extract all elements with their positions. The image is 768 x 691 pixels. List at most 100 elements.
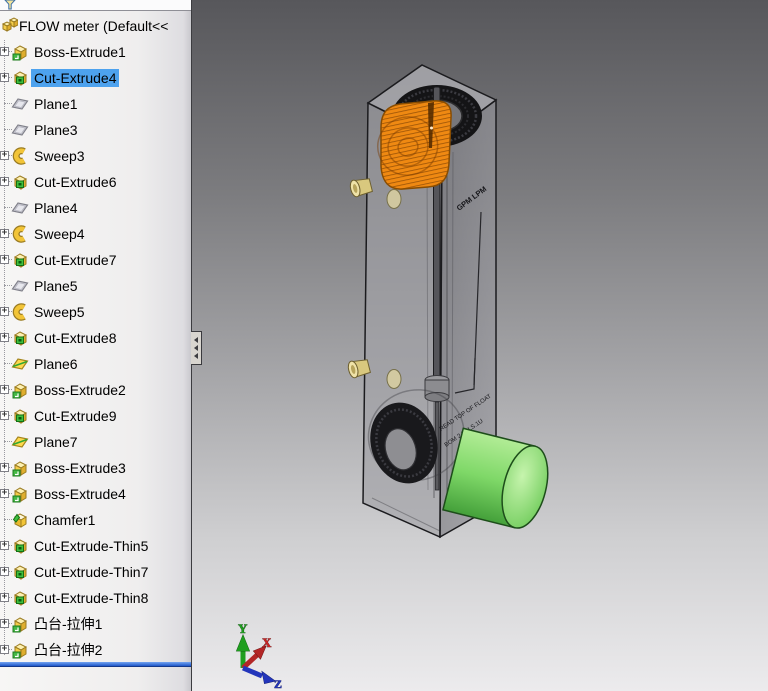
expand-toggle-icon[interactable]: +	[0, 229, 9, 238]
expand-toggle-icon[interactable]: +	[0, 385, 9, 394]
tree-item[interactable]: + Sweep3	[0, 143, 191, 169]
feature-tree: FLOW meter (Default<< + Boss-Extrude1 + C…	[0, 13, 191, 663]
tree-item[interactable]: Chamfer1	[0, 507, 191, 533]
tree-item-label: Chamfer1	[34, 512, 96, 528]
tree-item-label: Boss-Extrude2	[34, 382, 126, 398]
tree-item[interactable]: + Cut-Extrude6	[0, 169, 191, 195]
plane-icon	[11, 95, 29, 113]
boss-extrude-icon	[11, 459, 29, 477]
feature-manager-panel[interactable]: FLOW meter (Default<< + Boss-Extrude1 + C…	[0, 0, 192, 691]
expand-toggle-icon[interactable]: +	[0, 333, 9, 342]
cut-extrude-icon	[11, 69, 29, 87]
expand-toggle-icon[interactable]: +	[0, 645, 9, 654]
collapse-arrow-icon	[194, 353, 198, 359]
expand-toggle-icon[interactable]: +	[0, 307, 9, 316]
expand-toggle-icon[interactable]: +	[0, 541, 9, 550]
tree-item[interactable]: + Sweep5	[0, 299, 191, 325]
tree-item-label: Cut-Extrude7	[34, 252, 117, 268]
sweep-icon	[11, 147, 29, 165]
tree-item-label: Cut-Extrude8	[34, 330, 117, 346]
expand-toggle-icon[interactable]: +	[0, 73, 9, 82]
rollback-bar[interactable]	[0, 662, 191, 667]
tree-item[interactable]: + Cut-Extrude-Thin7	[0, 559, 191, 585]
plane-gold-icon	[11, 355, 29, 373]
tree-item-label: Cut-Extrude-Thin8	[34, 590, 149, 606]
tree-item[interactable]: + Sweep4	[0, 221, 191, 247]
tree-item[interactable]: Plane1	[0, 91, 191, 117]
sweep-icon	[11, 303, 29, 321]
tree-root-item[interactable]: FLOW meter (Default<<	[0, 13, 191, 39]
expand-toggle-icon[interactable]: +	[0, 151, 9, 160]
tree-item[interactable]: + Boss-Extrude1	[0, 39, 191, 65]
tree-item[interactable]: + Cut-Extrude4	[0, 65, 191, 91]
collapse-arrow-icon	[194, 345, 198, 351]
tree-item[interactable]: + Boss-Extrude3	[0, 455, 191, 481]
expand-toggle-icon[interactable]: +	[0, 177, 9, 186]
tree-item[interactable]: + Boss-Extrude4	[0, 481, 191, 507]
plane-icon	[11, 121, 29, 139]
cut-extrude-icon	[11, 537, 29, 555]
expand-toggle-icon[interactable]: +	[0, 255, 9, 264]
tree-item-label: Cut-Extrude9	[34, 408, 117, 424]
tree-item-label: Cut-Extrude4	[31, 69, 120, 87]
tree-item[interactable]: + Cut-Extrude9	[0, 403, 191, 429]
collapse-arrow-icon	[194, 337, 198, 343]
expand-toggle-icon[interactable]: +	[0, 593, 9, 602]
tree-item[interactable]: Plane7	[0, 429, 191, 455]
expand-toggle-icon[interactable]: +	[0, 463, 9, 472]
tree-item-label: Cut-Extrude6	[34, 174, 117, 190]
expand-toggle-icon[interactable]: +	[0, 619, 9, 628]
cut-extrude-icon	[11, 173, 29, 191]
tree-item-label: Plane4	[34, 200, 78, 216]
boss-extrude-icon	[11, 381, 29, 399]
tree-item-label: 凸台-拉伸1	[34, 616, 103, 632]
plane-icon	[11, 277, 29, 295]
expand-toggle-icon[interactable]: +	[0, 411, 9, 420]
cut-extrude-icon	[11, 329, 29, 347]
tree-item[interactable]: + Cut-Extrude-Thin8	[0, 585, 191, 611]
tree-item-label: Plane7	[34, 434, 78, 450]
plane-icon	[11, 199, 29, 217]
tree-item-label: Sweep5	[34, 304, 85, 320]
panel-splitter-handle[interactable]	[191, 331, 202, 365]
tree-item-label: 凸台-拉伸2	[34, 642, 103, 658]
tree-item[interactable]: + 凸台-拉伸1	[0, 611, 191, 637]
tree-item-label: Sweep4	[34, 226, 85, 242]
expand-toggle-icon[interactable]: +	[0, 47, 9, 56]
part-icon	[1, 17, 20, 33]
tree-item[interactable]: Plane3	[0, 117, 191, 143]
cut-extrude-icon	[11, 589, 29, 607]
graphics-viewport[interactable]	[191, 0, 768, 691]
cut-extrude-icon	[11, 563, 29, 581]
boss-extrude-icon	[11, 43, 29, 61]
sweep-icon	[11, 225, 29, 243]
tree-item[interactable]: Plane4	[0, 195, 191, 221]
tree-item[interactable]: + Cut-Extrude8	[0, 325, 191, 351]
cut-extrude-icon	[11, 251, 29, 269]
tree-item-label: Cut-Extrude-Thin5	[34, 538, 149, 554]
tree-item-label: Plane3	[34, 122, 78, 138]
boss-extrude-icon	[11, 615, 29, 633]
plane-gold-icon	[11, 433, 29, 451]
chamfer-icon	[11, 511, 29, 529]
tree-item[interactable]: + Boss-Extrude2	[0, 377, 191, 403]
tree-item-label: Boss-Extrude1	[34, 44, 126, 60]
tree-item-label: Plane6	[34, 356, 78, 372]
tree-item-label: Cut-Extrude-Thin7	[34, 564, 149, 580]
tree-item[interactable]: + 凸台-拉伸2	[0, 637, 191, 663]
boss-extrude-icon	[11, 641, 29, 659]
expand-toggle-icon[interactable]: +	[0, 567, 9, 576]
tree-filter-bar[interactable]	[0, 0, 191, 11]
tree-item-label: Plane5	[34, 278, 78, 294]
tree-root-label: FLOW meter (Default<<	[19, 18, 169, 34]
expand-toggle-icon[interactable]: +	[0, 489, 9, 498]
tree-item[interactable]: Plane5	[0, 273, 191, 299]
tree-item[interactable]: + Cut-Extrude7	[0, 247, 191, 273]
tree-item-label: Boss-Extrude4	[34, 486, 126, 502]
tree-item-label: Sweep3	[34, 148, 85, 164]
tree-item-label: Boss-Extrude3	[34, 460, 126, 476]
cut-extrude-icon	[11, 407, 29, 425]
tree-item-label: Plane1	[34, 96, 78, 112]
tree-item[interactable]: Plane6	[0, 351, 191, 377]
tree-item[interactable]: + Cut-Extrude-Thin5	[0, 533, 191, 559]
